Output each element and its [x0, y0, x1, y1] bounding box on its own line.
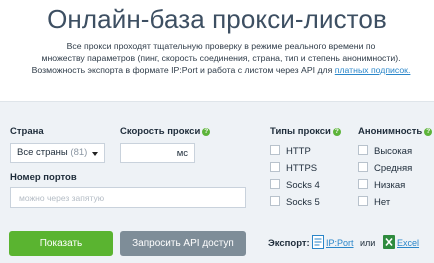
filter-panel: Страна Все страны (81) Скорость прокси? … [0, 101, 434, 263]
checkbox-box[interactable] [270, 196, 280, 206]
type-http-label: HTTP [286, 146, 311, 157]
anonymity-none-label: Нет [374, 197, 391, 208]
anonymity-medium-checkbox[interactable]: Средняя [358, 162, 412, 174]
checkbox-box[interactable] [358, 179, 368, 189]
type-https-label: HTTPS [286, 163, 318, 174]
intro-line-1: Все прокси проходят тщательную проверку … [66, 41, 376, 51]
checkbox-box[interactable] [270, 179, 280, 189]
ports-input[interactable] [10, 187, 246, 208]
anonymity-label: Анонимность [358, 126, 423, 137]
help-icon[interactable]: ? [424, 128, 433, 136]
chevron-down-icon [92, 152, 98, 156]
type-socks5-label: Socks 5 [286, 197, 320, 208]
request-api-button[interactable]: Запросить API доступ [120, 231, 246, 256]
anonymity-high-checkbox[interactable]: Высокая [358, 145, 412, 157]
anonymity-low-label: Низкая [374, 180, 406, 191]
excel-icon[interactable] [383, 235, 395, 249]
paid-subscriptions-link[interactable]: платных подписок. [335, 65, 411, 75]
intro-line-2: множеству параметров (пинг, скорость сое… [41, 53, 401, 63]
types-label: Типы прокси [270, 126, 331, 137]
speed-label: Скорость прокси [120, 126, 201, 137]
checkbox-box[interactable] [358, 162, 368, 172]
show-button[interactable]: Показать [9, 231, 113, 256]
checkbox-box[interactable] [270, 162, 280, 172]
anonymity-high-label: Высокая [374, 146, 413, 157]
anonymity-medium-label: Средняя [374, 163, 413, 174]
speed-label-wrap: Скорость прокси? [120, 126, 211, 137]
type-socks4-label: Socks 4 [286, 180, 320, 191]
country-select-value: Все страны [17, 147, 68, 158]
export-excel-link[interactable]: Excel [397, 238, 419, 248]
export-ipport-link[interactable]: IP:Port [326, 238, 354, 248]
help-icon[interactable]: ? [332, 128, 341, 136]
help-icon[interactable]: ? [202, 128, 211, 136]
intro-line-3: Возможность экспорта в формате IP:Port и… [22, 64, 420, 76]
intro-text: Все прокси проходят тщательную проверку … [22, 40, 420, 76]
country-label: Страна [10, 126, 44, 137]
checkbox-box[interactable] [358, 145, 368, 155]
speed-input[interactable]: мс [120, 143, 195, 163]
intro-line-3-text: Возможность экспорта в формате IP:Port и… [31, 65, 333, 75]
country-select[interactable]: Все страны (81) [10, 143, 105, 163]
checkbox-box[interactable] [358, 196, 368, 206]
anonymity-low-checkbox[interactable]: Низкая [358, 179, 405, 191]
export-or-text: или [360, 238, 376, 248]
country-count: (81) [70, 147, 88, 158]
type-https-checkbox[interactable]: HTTPS [270, 162, 317, 174]
export-label: Экспорт: [268, 238, 310, 249]
anonymity-none-checkbox[interactable]: Нет [358, 196, 390, 208]
type-http-checkbox[interactable]: HTTP [270, 145, 311, 157]
type-socks5-checkbox[interactable]: Socks 5 [270, 196, 320, 208]
speed-unit: мс [176, 148, 188, 159]
checkbox-box[interactable] [270, 145, 280, 155]
ports-label: Номер портов [10, 172, 77, 183]
anonymity-label-wrap: Анонимность? [358, 126, 433, 137]
type-socks4-checkbox[interactable]: Socks 4 [270, 179, 320, 191]
page-title: Онлайн-база прокси-листов [47, 4, 387, 34]
types-label-wrap: Типы прокси? [270, 126, 341, 137]
document-icon[interactable] [312, 235, 324, 249]
